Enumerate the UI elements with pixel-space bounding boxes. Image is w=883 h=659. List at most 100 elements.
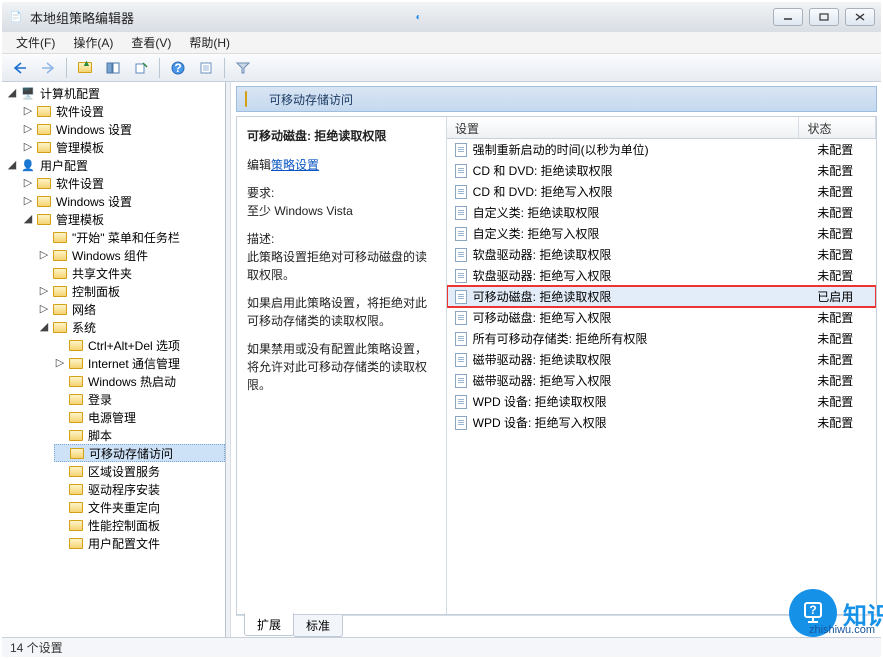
collapse-icon[interactable]: ◢ [22,212,34,226]
folder-icon [69,520,83,531]
expand-icon[interactable]: ▷ [54,356,66,370]
tree-node-shared-folders[interactable]: 共享文件夹 [38,264,225,282]
policy-name: 自定义类: 拒绝写入权限 [473,225,818,242]
content-title: 可移动存储访问 [269,91,353,108]
tree-node-windows-components[interactable]: ▷Windows 组件 [38,246,225,264]
folder-icon [69,484,83,495]
tree-node-power-management[interactable]: 电源管理 [54,408,225,426]
policy-name: 软盘驱动器: 拒绝读取权限 [473,246,818,263]
policy-icon [453,311,469,325]
tree-node-perf-cpl[interactable]: 性能控制面板 [54,516,225,534]
tree-node-windows-settings[interactable]: ▷Windows 设置 [22,120,225,138]
menu-action[interactable]: 操作(A) [65,32,121,53]
tree-node-computer-config[interactable]: ◢🖥️计算机配置 [6,84,225,102]
tab-standard[interactable]: 标准 [293,615,343,637]
tree-node-login[interactable]: 登录 [54,390,225,408]
tree-node-system[interactable]: ◢系统 [38,318,225,336]
column-state[interactable]: 状态 [799,117,876,138]
list-item[interactable]: 可移动磁盘: 拒绝读取权限已启用 [447,286,876,307]
list-item[interactable]: 自定义类: 拒绝写入权限未配置 [447,223,876,244]
app-secondary-icon: ◐ [411,9,427,25]
window-title: 本地组策略编辑器 [30,8,371,27]
policy-icon [453,290,469,304]
tree-node-driver-install[interactable]: 驱动程序安装 [54,480,225,498]
list-item[interactable]: WPD 设备: 拒绝写入权限未配置 [447,412,876,433]
tree-node-start-menu[interactable]: "开始" 菜单和任务栏 [38,228,225,246]
menubar: 文件(F) 操作(A) 查看(V) 帮助(H) [2,32,881,54]
menu-file[interactable]: 文件(F) [8,32,63,53]
folder-icon [70,448,84,459]
list-item[interactable]: WPD 设备: 拒绝读取权限未配置 [447,391,876,412]
tree-node-user-software-settings[interactable]: ▷软件设置 [22,174,225,192]
list-item[interactable]: CD 和 DVD: 拒绝读取权限未配置 [447,160,876,181]
expand-icon[interactable]: ▷ [22,176,34,190]
edit-policy-link[interactable]: 策略设置 [271,158,319,172]
folder-icon [69,394,83,405]
list-item[interactable]: 软盘驱动器: 拒绝写入权限未配置 [447,265,876,286]
expand-icon[interactable]: ▷ [22,194,34,208]
expand-icon[interactable]: ▷ [22,122,34,136]
user-icon: 👤 [20,158,36,172]
collapse-icon[interactable]: ◢ [38,320,50,334]
policy-title: 可移动磁盘: 拒绝读取权限 [247,127,436,144]
policy-icon [453,185,469,199]
minimize-button[interactable] [773,8,803,26]
expand-icon[interactable]: ▷ [38,302,50,316]
tree-pane[interactable]: ◢🖥️计算机配置 ▷软件设置 ▷Windows 设置 ▷管理模板 ◢👤用户配置 … [2,82,226,637]
column-setting[interactable]: 设置 [447,117,799,138]
tree-node-scripts[interactable]: 脚本 [54,426,225,444]
tab-extended[interactable]: 扩展 [244,613,294,636]
folder-icon [53,250,67,261]
tree-node-ctrl-alt-del[interactable]: Ctrl+Alt+Del 选项 [54,336,225,354]
menu-help[interactable]: 帮助(H) [181,32,238,53]
tree-node-user-windows-settings[interactable]: ▷Windows 设置 [22,192,225,210]
list-item[interactable]: 磁带驱动器: 拒绝读取权限未配置 [447,349,876,370]
tree-node-internet-comm[interactable]: ▷Internet 通信管理 [54,354,225,372]
show-hide-tree-button[interactable] [101,57,125,79]
folder-icon [245,91,247,107]
tree-node-software-settings[interactable]: ▷软件设置 [22,102,225,120]
tree-node-user-config[interactable]: ◢👤用户配置 [6,156,225,174]
list-item[interactable]: 所有可移动存储类: 拒绝所有权限未配置 [447,328,876,349]
close-button[interactable] [845,8,875,26]
tree-node-locale-services[interactable]: 区域设置服务 [54,462,225,480]
folder-icon [69,340,83,351]
policy-state: 未配置 [817,309,876,326]
tree-node-network[interactable]: ▷网络 [38,300,225,318]
tree-node-removable-storage[interactable]: 可移动存储访问 [54,444,225,462]
maximize-button[interactable] [809,8,839,26]
menu-view[interactable]: 查看(V) [123,32,179,53]
folder-icon [53,268,67,279]
filter-button[interactable] [231,57,255,79]
list-item[interactable]: 可移动磁盘: 拒绝写入权限未配置 [447,307,876,328]
up-button[interactable]: ▲ [73,57,97,79]
back-button[interactable] [8,57,32,79]
tree-node-user-profiles[interactable]: 用户配置文件 [54,534,225,552]
folder-icon [69,502,83,513]
tree-node-control-panel[interactable]: ▷控制面板 [38,282,225,300]
expand-icon[interactable]: ▷ [22,140,34,154]
policy-list[interactable]: 设置 状态 强制重新启动的时间(以秒为单位)未配置CD 和 DVD: 拒绝读取权… [447,117,876,614]
expand-icon[interactable]: ▷ [22,104,34,118]
properties-button[interactable] [194,57,218,79]
tree-node-hot-boot[interactable]: Windows 热启动 [54,372,225,390]
export-list-button[interactable] [129,57,153,79]
list-item[interactable]: 强制重新启动的时间(以秒为单位)未配置 [447,139,876,160]
policy-icon [453,164,469,178]
tree-node-admin-templates[interactable]: ▷管理模板 [22,138,225,156]
expand-icon[interactable]: ▷ [38,284,50,298]
tree-node-user-admin-templates[interactable]: ◢管理模板 [22,210,225,228]
tree-node-folder-redirect[interactable]: 文件夹重定向 [54,498,225,516]
list-item[interactable]: 磁带驱动器: 拒绝写入权限未配置 [447,370,876,391]
expand-icon[interactable]: ▷ [38,248,50,262]
list-item[interactable]: 软盘驱动器: 拒绝读取权限未配置 [447,244,876,265]
forward-button[interactable] [36,57,60,79]
collapse-icon[interactable]: ◢ [6,158,18,172]
folder-icon [37,178,51,189]
collapse-icon[interactable]: ◢ [6,86,18,100]
list-item[interactable]: CD 和 DVD: 拒绝写入权限未配置 [447,181,876,202]
list-item[interactable]: 自定义类: 拒绝读取权限未配置 [447,202,876,223]
help-button[interactable]: ? [166,57,190,79]
status-text: 14 个设置 [10,639,63,656]
policy-icon [453,374,469,388]
